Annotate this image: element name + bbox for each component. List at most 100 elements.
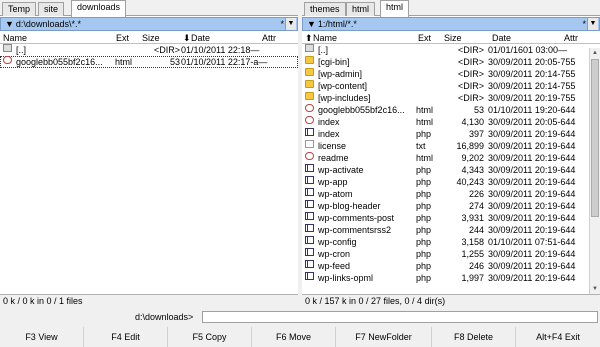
file-ext: php <box>416 129 432 139</box>
file-size: 3,931 <box>461 213 484 223</box>
f4-edit-button[interactable]: F4 Edit <box>84 327 168 347</box>
col-attr[interactable]: Attr <box>262 32 276 44</box>
tab-site[interactable]: site <box>38 2 65 16</box>
file-ext: html <box>115 57 133 67</box>
f5-copy-button[interactable]: F5 Copy <box>168 327 252 347</box>
left-file-panel: Temp site downloads ▼ d:\downloads\*.* * … <box>0 0 298 307</box>
path-history-dropdown-icon[interactable]: ▼ <box>285 18 296 30</box>
file-row[interactable]: wp-links-opml php 1,997 30/09/2011 20:19-64… <box>302 272 600 284</box>
file-ext: php <box>416 201 432 211</box>
file-size: <DIR> <box>457 93 484 103</box>
file-row[interactable]: wp-activate php 4,343 30/09/2011 20:19-644 <box>302 164 600 176</box>
file-ext: html <box>416 117 434 127</box>
tab-html-1[interactable]: html <box>346 2 376 16</box>
right-path-text: 1:/html/*.* <box>317 19 357 29</box>
file-row[interactable]: googlebb055bf2c16... html 53 01/10/2011 19:… <box>302 104 600 116</box>
file-row[interactable]: wp-comments-post php 3,931 30/09/2011 20:19… <box>302 212 600 224</box>
col-date[interactable]: Date <box>191 32 210 44</box>
file-name: wp-feed <box>318 261 351 271</box>
command-line: d:\downloads> <box>0 309 600 325</box>
file-name: [wp-content] <box>318 81 368 91</box>
file-ext: php <box>416 225 432 235</box>
file-row[interactable]: wp-cron php 1,255 30/09/2011 20:19-644 <box>302 248 600 260</box>
file-size: 53 <box>169 57 180 67</box>
file-date: 30/09/2011 20:19-644 <box>488 249 576 259</box>
col-ext[interactable]: Ext <box>418 32 431 44</box>
f7-newfolder-button[interactable]: F7 NewFolder <box>336 327 432 347</box>
file-name: readme <box>318 153 349 163</box>
file-name: wp-links-opml <box>318 273 374 283</box>
col-size[interactable]: Size <box>444 32 462 44</box>
file-ext: php <box>416 213 432 223</box>
scroll-up-icon[interactable]: ▲ <box>590 48 600 58</box>
tab-temp[interactable]: Temp <box>2 2 37 16</box>
tab-html-2[interactable]: html <box>380 0 410 17</box>
file-size: 40,243 <box>456 177 484 187</box>
file-row[interactable]: readme html 9,202 30/09/2011 20:19-644 <box>302 152 600 164</box>
file-row[interactable]: wp-atom php 226 30/09/2011 20:19-644 <box>302 188 600 200</box>
right-vertical-scrollbar[interactable]: ▲ ▼ <box>589 48 600 294</box>
file-size: 53 <box>473 105 484 115</box>
f3-view-button[interactable]: F3 View <box>0 327 84 347</box>
file-name: wp-commentsrss2 <box>318 225 392 235</box>
file-row[interactable]: [..] <DIR> 01/10/2011 22:18— <box>0 44 298 56</box>
file-size: <DIR> <box>457 81 484 91</box>
file-size: 274 <box>468 201 484 211</box>
left-path-bar[interactable]: ▼ d:\downloads\*.* * ▼ <box>0 17 298 31</box>
col-date[interactable]: Date <box>492 32 511 44</box>
file-size: <DIR> <box>153 45 180 55</box>
file-size: 1,255 <box>461 249 484 259</box>
col-name[interactable]: Name <box>313 32 337 44</box>
file-row[interactable]: license txt 16,899 30/09/2011 20:19-644 <box>302 140 600 152</box>
php-file-icon <box>305 224 314 232</box>
col-name[interactable]: Name <box>3 32 27 44</box>
file-row[interactable]: googlebb055bf2c16... html 53 01/10/2011 22:… <box>0 56 298 68</box>
file-row[interactable]: index php 397 30/09/2011 20:19-644 <box>302 128 600 140</box>
file-size: 1,997 <box>461 273 484 283</box>
alt-f4-exit-button[interactable]: Alt+F4 Exit <box>516 327 600 347</box>
col-attr[interactable]: Attr <box>564 32 578 44</box>
f8-delete-button[interactable]: F8 Delete <box>432 327 516 347</box>
left-tab-bar: Temp site downloads <box>0 0 298 17</box>
file-date: 01/10/2011 07:51-644 <box>488 237 576 247</box>
filter-star-icon[interactable]: * <box>280 19 284 29</box>
command-input[interactable] <box>202 311 598 323</box>
col-ext[interactable]: Ext <box>116 32 129 44</box>
php-file-icon <box>305 236 314 244</box>
right-file-panel: themes html html ▼ 1:/html/*.* * ▼ ⬆ Name… <box>302 0 600 307</box>
sort-arrow-icon: ⬇ <box>183 33 191 43</box>
file-name: [wp-admin] <box>318 69 363 79</box>
right-column-header: ⬆ Name Ext Size Date Attr <box>302 32 600 44</box>
file-row[interactable]: index html 4,130 30/09/2011 20:05-644 <box>302 116 600 128</box>
file-row[interactable]: wp-blog-header php 274 30/09/2011 20:19-644 <box>302 200 600 212</box>
file-name: [..] <box>16 45 27 55</box>
file-row[interactable]: wp-config php 3,158 01/10/2011 07:51-644 <box>302 236 600 248</box>
col-size[interactable]: Size <box>142 32 160 44</box>
file-row[interactable]: [wp-content] <DIR> 30/09/2011 20:14-755 <box>302 80 600 92</box>
filter-star-icon[interactable]: * <box>582 19 586 29</box>
file-row[interactable]: wp-feed php 246 30/09/2011 20:19-644 <box>302 260 600 272</box>
left-status-bar: 0 k / 0 k in 0 / 1 files <box>0 294 298 307</box>
file-row[interactable]: [wp-includes] <DIR> 30/09/2011 20:19-755 <box>302 92 600 104</box>
tab-themes[interactable]: themes <box>304 2 346 16</box>
scroll-down-icon[interactable]: ▼ <box>590 284 600 294</box>
file-row[interactable]: [cgi-bin] <DIR> 30/09/2011 20:05-755 <box>302 56 600 68</box>
f6-move-button[interactable]: F6 Move <box>252 327 336 347</box>
file-row[interactable]: [wp-admin] <DIR> 30/09/2011 20:14-755 <box>302 68 600 80</box>
txt-file-icon <box>305 140 314 148</box>
file-date: 01/10/2011 22:18— <box>181 45 260 55</box>
scroll-thumb[interactable] <box>591 59 599 217</box>
right-path-bar[interactable]: ▼ 1:/html/*.* * ▼ <box>302 17 600 31</box>
path-dropdown-icon[interactable]: ▼ <box>5 19 14 29</box>
file-date: 30/09/2011 20:19-644 <box>488 273 576 283</box>
path-dropdown-icon[interactable]: ▼ <box>307 19 316 29</box>
file-name: license <box>318 141 347 151</box>
tab-downloads[interactable]: downloads <box>71 0 127 17</box>
right-file-list: [..] <DIR> 01/01/1601 03:00— [cgi-bin] <DIR>… <box>302 44 600 284</box>
file-row[interactable]: wp-commentsrss2 php 244 30/09/2011 20:19-64… <box>302 224 600 236</box>
file-size: 397 <box>468 129 484 139</box>
path-history-dropdown-icon[interactable]: ▼ <box>587 18 598 30</box>
file-row[interactable]: [..] <DIR> 01/01/1601 03:00— <box>302 44 600 56</box>
file-row[interactable]: wp-app php 40,243 30/09/2011 20:19-644 <box>302 176 600 188</box>
file-name: [..] <box>318 45 329 55</box>
